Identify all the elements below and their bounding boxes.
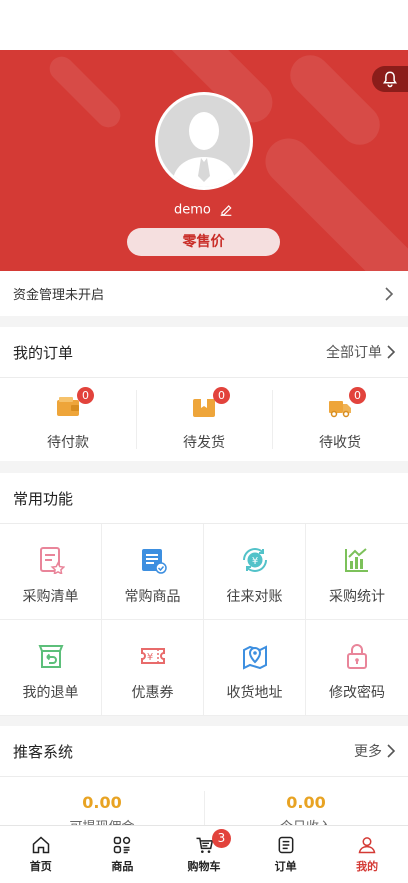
tab-home[interactable]: 首页: [0, 826, 82, 883]
grid-icon: [114, 836, 131, 854]
edit-icon[interactable]: [218, 202, 234, 218]
function-label: 采购清单: [22, 589, 79, 605]
svg-text:¥: ¥: [251, 556, 257, 567]
promoter-more-label: 更多: [354, 744, 382, 760]
function-reconcile[interactable]: ¥ 往来对账: [204, 524, 306, 620]
all-orders-label: 全部订单: [326, 345, 382, 361]
reconcile-icon: ¥: [242, 548, 267, 572]
order-status-pending-receipt[interactable]: 0 待收货: [272, 378, 408, 461]
functions-header: 常用功能: [0, 473, 408, 524]
tab-label: 首页: [29, 860, 52, 873]
function-label: 收货地址: [226, 685, 283, 701]
function-label: 我的退单: [22, 685, 79, 701]
package-icon: [193, 399, 215, 417]
all-orders-link[interactable]: 全部订单: [326, 342, 396, 362]
orders-section: 我的订单 全部订单 0 待付款 0 待发货 0 待收货: [0, 327, 408, 461]
chevron-right-icon: [387, 345, 396, 359]
tab-label: 订单: [274, 860, 297, 873]
cart-icon: [196, 837, 214, 853]
home-icon: [32, 836, 50, 854]
tab-label: 购物车: [187, 860, 221, 873]
notification-button[interactable]: [372, 66, 408, 92]
promoter-header: 推客系统 更多: [0, 726, 408, 777]
tab-cart[interactable]: 3 购物车: [163, 826, 245, 883]
lock-icon: [347, 644, 367, 669]
function-label: 修改密码: [329, 685, 385, 701]
order-status-label: 待付款: [47, 435, 89, 451]
chevron-right-icon: [385, 286, 394, 301]
function-label: 优惠券: [131, 685, 174, 701]
function-purchase-list[interactable]: 采购清单: [0, 524, 102, 620]
return-box-icon: [38, 645, 63, 668]
function-returns[interactable]: 我的退单: [0, 620, 102, 716]
cart-count-badge: 3: [211, 829, 231, 848]
function-change-password[interactable]: 修改密码: [306, 620, 408, 716]
functions-title: 常用功能: [13, 489, 74, 508]
decor-stripe: [255, 128, 408, 271]
decor-stripe: [44, 51, 126, 133]
tab-products[interactable]: 商品: [82, 826, 164, 883]
order-list-icon: [278, 836, 293, 854]
default-avatar-icon: [172, 112, 236, 187]
order-status-pending-payment[interactable]: 0 待付款: [0, 378, 136, 461]
svg-text:¥: ¥: [146, 652, 152, 663]
frequent-goods-icon: [141, 549, 167, 574]
commission-value: 0.00: [82, 793, 122, 812]
tab-label: 我的: [356, 860, 379, 873]
promoter-title: 推客系统: [13, 742, 74, 761]
order-status-label: 待发货: [183, 435, 225, 451]
pending-payment-badge: 0: [77, 387, 94, 404]
fund-management-row[interactable]: 资金管理未开启: [0, 271, 408, 316]
statistics-icon: [345, 548, 368, 572]
bell-icon: [382, 71, 398, 88]
function-address[interactable]: 收货地址: [204, 620, 306, 716]
coupon-icon: ¥: [140, 648, 165, 664]
decor-stripe: [281, 50, 389, 154]
function-label: 往来对账: [226, 589, 283, 605]
truck-icon: [329, 401, 351, 418]
income-value: 0.00: [286, 793, 326, 812]
orders-title: 我的订单: [13, 343, 74, 362]
function-label: 采购统计: [329, 589, 385, 605]
function-frequent-goods[interactable]: 常购商品: [102, 524, 204, 620]
price-role-button[interactable]: 零售价: [127, 228, 280, 256]
order-status-label: 待收货: [319, 435, 361, 451]
tab-mine[interactable]: 我的: [326, 826, 408, 883]
function-coupons[interactable]: ¥ 优惠券: [102, 620, 204, 716]
function-label: 常购商品: [124, 589, 181, 605]
status-bar: [0, 0, 408, 50]
function-statistics[interactable]: 采购统计: [306, 524, 408, 620]
pending-shipment-badge: 0: [213, 387, 230, 404]
username-row[interactable]: demo: [0, 202, 408, 218]
pending-receipt-badge: 0: [349, 387, 366, 404]
map-pin-icon: [242, 645, 267, 670]
order-status-pending-shipment[interactable]: 0 待发货: [136, 378, 272, 461]
purchase-list-icon: [39, 547, 65, 574]
wallet-icon: [57, 397, 79, 416]
user-icon: [358, 837, 376, 854]
username: demo: [173, 202, 211, 218]
chevron-right-icon: [387, 744, 396, 758]
promoter-more-link[interactable]: 更多: [354, 741, 396, 761]
orders-header: 我的订单 全部订单: [0, 327, 408, 378]
functions-section: 常用功能 采购清单 常购商品 ¥ 往来对账 采购统计 我的退单 ¥ 优惠券 收货…: [0, 473, 408, 716]
tab-orders[interactable]: 订单: [245, 826, 327, 883]
tab-label: 商品: [111, 860, 134, 873]
avatar[interactable]: [155, 92, 253, 190]
fund-label: 资金管理未开启: [13, 288, 105, 303]
bottom-tab-bar: 首页 商品 3 购物车 订单 我的: [0, 825, 408, 883]
profile-header: demo 零售价: [0, 50, 408, 271]
